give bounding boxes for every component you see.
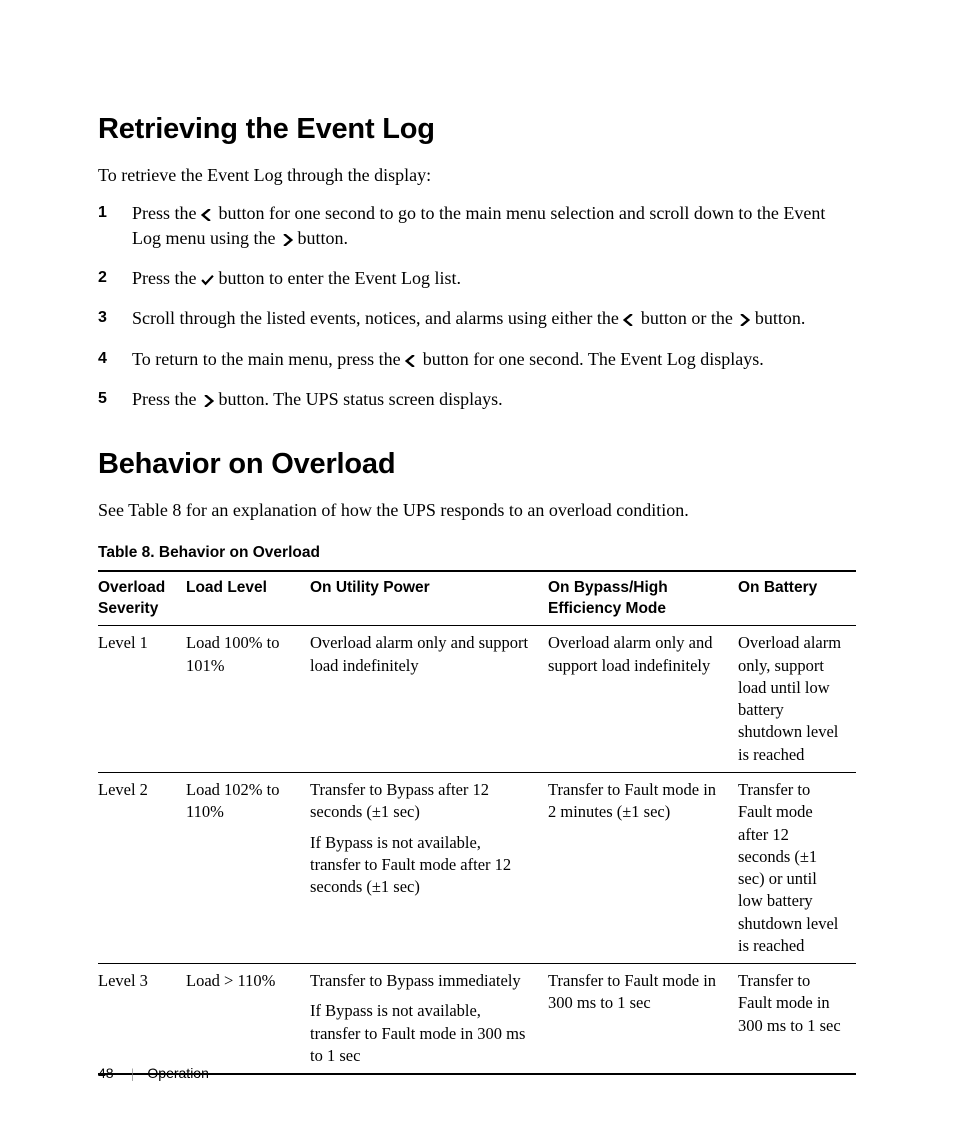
cell-bypass: Transfer to Fault mode in 2 minutes (±1 … [548, 773, 738, 964]
cell-battery: Transfer to Fault mode after 12 seconds … [738, 773, 856, 964]
cell-load: Load 100% to 101% [186, 626, 310, 773]
overload-table: Overload Severity Load Level On Utility … [98, 570, 856, 1076]
cell-paragraph: Transfer to Bypass immediately [310, 970, 534, 992]
th-battery: On Battery [738, 571, 856, 626]
cell-paragraph: Overload alarm only and support load ind… [310, 632, 534, 677]
table-row: Level 2Load 102% to 110%Transfer to Bypa… [98, 773, 856, 964]
cell-battery: Overload alarm only, support load until … [738, 626, 856, 773]
cell-severity: Level 3 [98, 964, 186, 1075]
step-number: 2 [98, 266, 132, 289]
table-row: Level 1Load 100% to 101%Overload alarm o… [98, 626, 856, 773]
cell-paragraph: If Bypass is not available, transfer to … [310, 1000, 534, 1067]
section2-intro: See Table 8 for an explanation of how th… [98, 498, 856, 522]
step-item: 3Scroll through the listed events, notic… [98, 306, 856, 330]
cell-load: Load 102% to 110% [186, 773, 310, 964]
steps-list: 1Press the button for one second to go t… [98, 201, 856, 411]
cell-paragraph: If Bypass is not available, transfer to … [310, 832, 534, 899]
right-chevron-icon [201, 395, 214, 407]
th-severity: Overload Severity [98, 571, 186, 626]
page-footer: 48 | Operation [98, 1064, 209, 1085]
cell-utility: Transfer to Bypass immediately If Bypass … [310, 964, 548, 1075]
step-text: Press the button to enter the Event Log … [132, 266, 856, 290]
cell-battery: Transfer to Fault mode in 300 ms to 1 se… [738, 964, 856, 1075]
cell-paragraph: Transfer to Bypass after 12 seconds (±1 … [310, 779, 534, 824]
right-chevron-icon [737, 314, 750, 326]
left-chevron-icon [201, 209, 214, 221]
cell-bypass: Overload alarm only and support load ind… [548, 626, 738, 773]
table-caption: Table 8. Behavior on Overload [98, 543, 856, 564]
cell-utility: Transfer to Bypass after 12 seconds (±1 … [310, 773, 548, 964]
left-chevron-icon [405, 355, 418, 367]
step-number: 5 [98, 387, 132, 410]
footer-separator: | [131, 1067, 134, 1082]
step-item: 2Press the button to enter the Event Log… [98, 266, 856, 290]
th-bypass: On Bypass/High Efficiency Mode [548, 571, 738, 626]
cell-severity: Level 2 [98, 773, 186, 964]
section-heading-behavior: Behavior on Overload [98, 445, 856, 484]
footer-chapter: Operation [147, 1065, 208, 1081]
step-text: Scroll through the listed events, notice… [132, 306, 856, 330]
section1-intro: To retrieve the Event Log through the di… [98, 163, 856, 187]
cell-utility: Overload alarm only and support load ind… [310, 626, 548, 773]
th-utility: On Utility Power [310, 571, 548, 626]
step-item: 4To return to the main menu, press the b… [98, 347, 856, 371]
page: Retrieving the Event Log To retrieve the… [0, 0, 954, 1145]
step-item: 1Press the button for one second to go t… [98, 201, 856, 250]
cell-load: Load > 110% [186, 964, 310, 1075]
page-number: 48 [98, 1065, 114, 1081]
check-chevron-icon [201, 274, 214, 286]
step-number: 1 [98, 201, 132, 224]
table-row: Level 3Load > 110%Transfer to Bypass imm… [98, 964, 856, 1075]
section-heading-retrieving: Retrieving the Event Log [98, 110, 856, 149]
step-number: 3 [98, 306, 132, 329]
table-header-row: Overload Severity Load Level On Utility … [98, 571, 856, 626]
th-load: Load Level [186, 571, 310, 626]
step-number: 4 [98, 347, 132, 370]
step-item: 5Press the button. The UPS status screen… [98, 387, 856, 411]
cell-severity: Level 1 [98, 626, 186, 773]
step-text: Press the button. The UPS status screen … [132, 387, 856, 411]
left-chevron-icon [623, 314, 636, 326]
step-text: Press the button for one second to go to… [132, 201, 856, 250]
cell-bypass: Transfer to Fault mode in 300 ms to 1 se… [548, 964, 738, 1075]
right-chevron-icon [280, 234, 293, 246]
step-text: To return to the main menu, press the bu… [132, 347, 856, 371]
